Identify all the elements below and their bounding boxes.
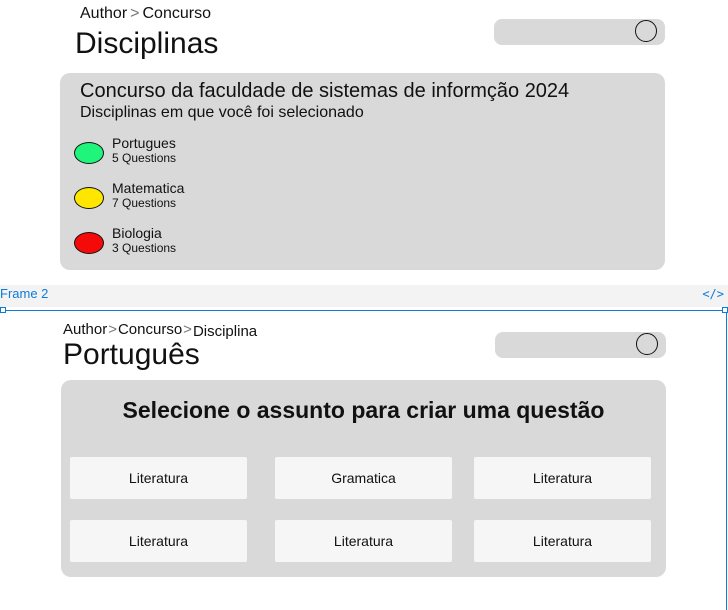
discipline-question-count: 5 Questions bbox=[112, 151, 177, 165]
toggle-switch[interactable] bbox=[495, 332, 666, 358]
resize-handle[interactable] bbox=[722, 307, 728, 313]
discipline-name: Biologia bbox=[112, 225, 162, 241]
topic-button-literatura[interactable]: Literatura bbox=[474, 520, 651, 562]
topic-button-literatura[interactable]: Literatura bbox=[70, 520, 247, 562]
page-title: Disciplinas bbox=[75, 27, 219, 60]
page-title: Português bbox=[63, 338, 200, 371]
breadcrumb-separator: > bbox=[130, 5, 140, 22]
discipline-name: Matematica bbox=[112, 180, 185, 196]
topic-button-gramatica[interactable]: Gramatica bbox=[275, 457, 452, 499]
discipline-question-count: 3 Questions bbox=[112, 241, 177, 255]
topic-selection-card: Selecione o assunto para criar uma quest… bbox=[61, 380, 666, 577]
concurso-title: Concurso da faculdade de sistemas de inf… bbox=[80, 80, 570, 102]
code-icon[interactable]: </> bbox=[702, 286, 724, 302]
breadcrumb-item-concurso[interactable]: Concurso bbox=[118, 321, 182, 338]
breadcrumb-item-author[interactable]: Author bbox=[80, 5, 127, 22]
concurso-card: Concurso da faculdade de sistemas de inf… bbox=[60, 73, 665, 270]
status-indicator bbox=[74, 142, 104, 164]
topic-button-literatura[interactable]: Literatura bbox=[70, 457, 247, 499]
resize-handle[interactable] bbox=[0, 307, 6, 313]
frame-label[interactable]: Frame 2 bbox=[0, 286, 48, 302]
status-indicator bbox=[74, 232, 104, 254]
breadcrumb: Author > Concurso bbox=[80, 4, 211, 24]
breadcrumb-item-author[interactable]: Author bbox=[63, 321, 107, 338]
concurso-subtitle: Disciplinas em que você foi selecionado bbox=[80, 104, 364, 121]
breadcrumb-separator: > bbox=[108, 321, 117, 338]
breadcrumb-separator: > bbox=[183, 321, 192, 338]
breadcrumb-item-concurso[interactable]: Concurso bbox=[142, 5, 210, 22]
breadcrumb-item-disciplina[interactable]: Disciplina bbox=[193, 323, 257, 340]
topic-button-literatura[interactable]: Literatura bbox=[275, 520, 452, 562]
frame-header-bar bbox=[0, 285, 728, 307]
toggle-knob[interactable] bbox=[635, 20, 657, 42]
toggle-knob[interactable] bbox=[636, 333, 658, 355]
topic-button-literatura[interactable]: Literatura bbox=[474, 457, 651, 499]
topic-selection-title: Selecione o assunto para criar uma quest… bbox=[122, 397, 605, 423]
toggle-switch[interactable] bbox=[494, 19, 665, 45]
status-indicator bbox=[74, 187, 104, 209]
discipline-question-count: 7 Questions bbox=[112, 196, 177, 210]
discipline-name: Portugues bbox=[112, 135, 176, 151]
